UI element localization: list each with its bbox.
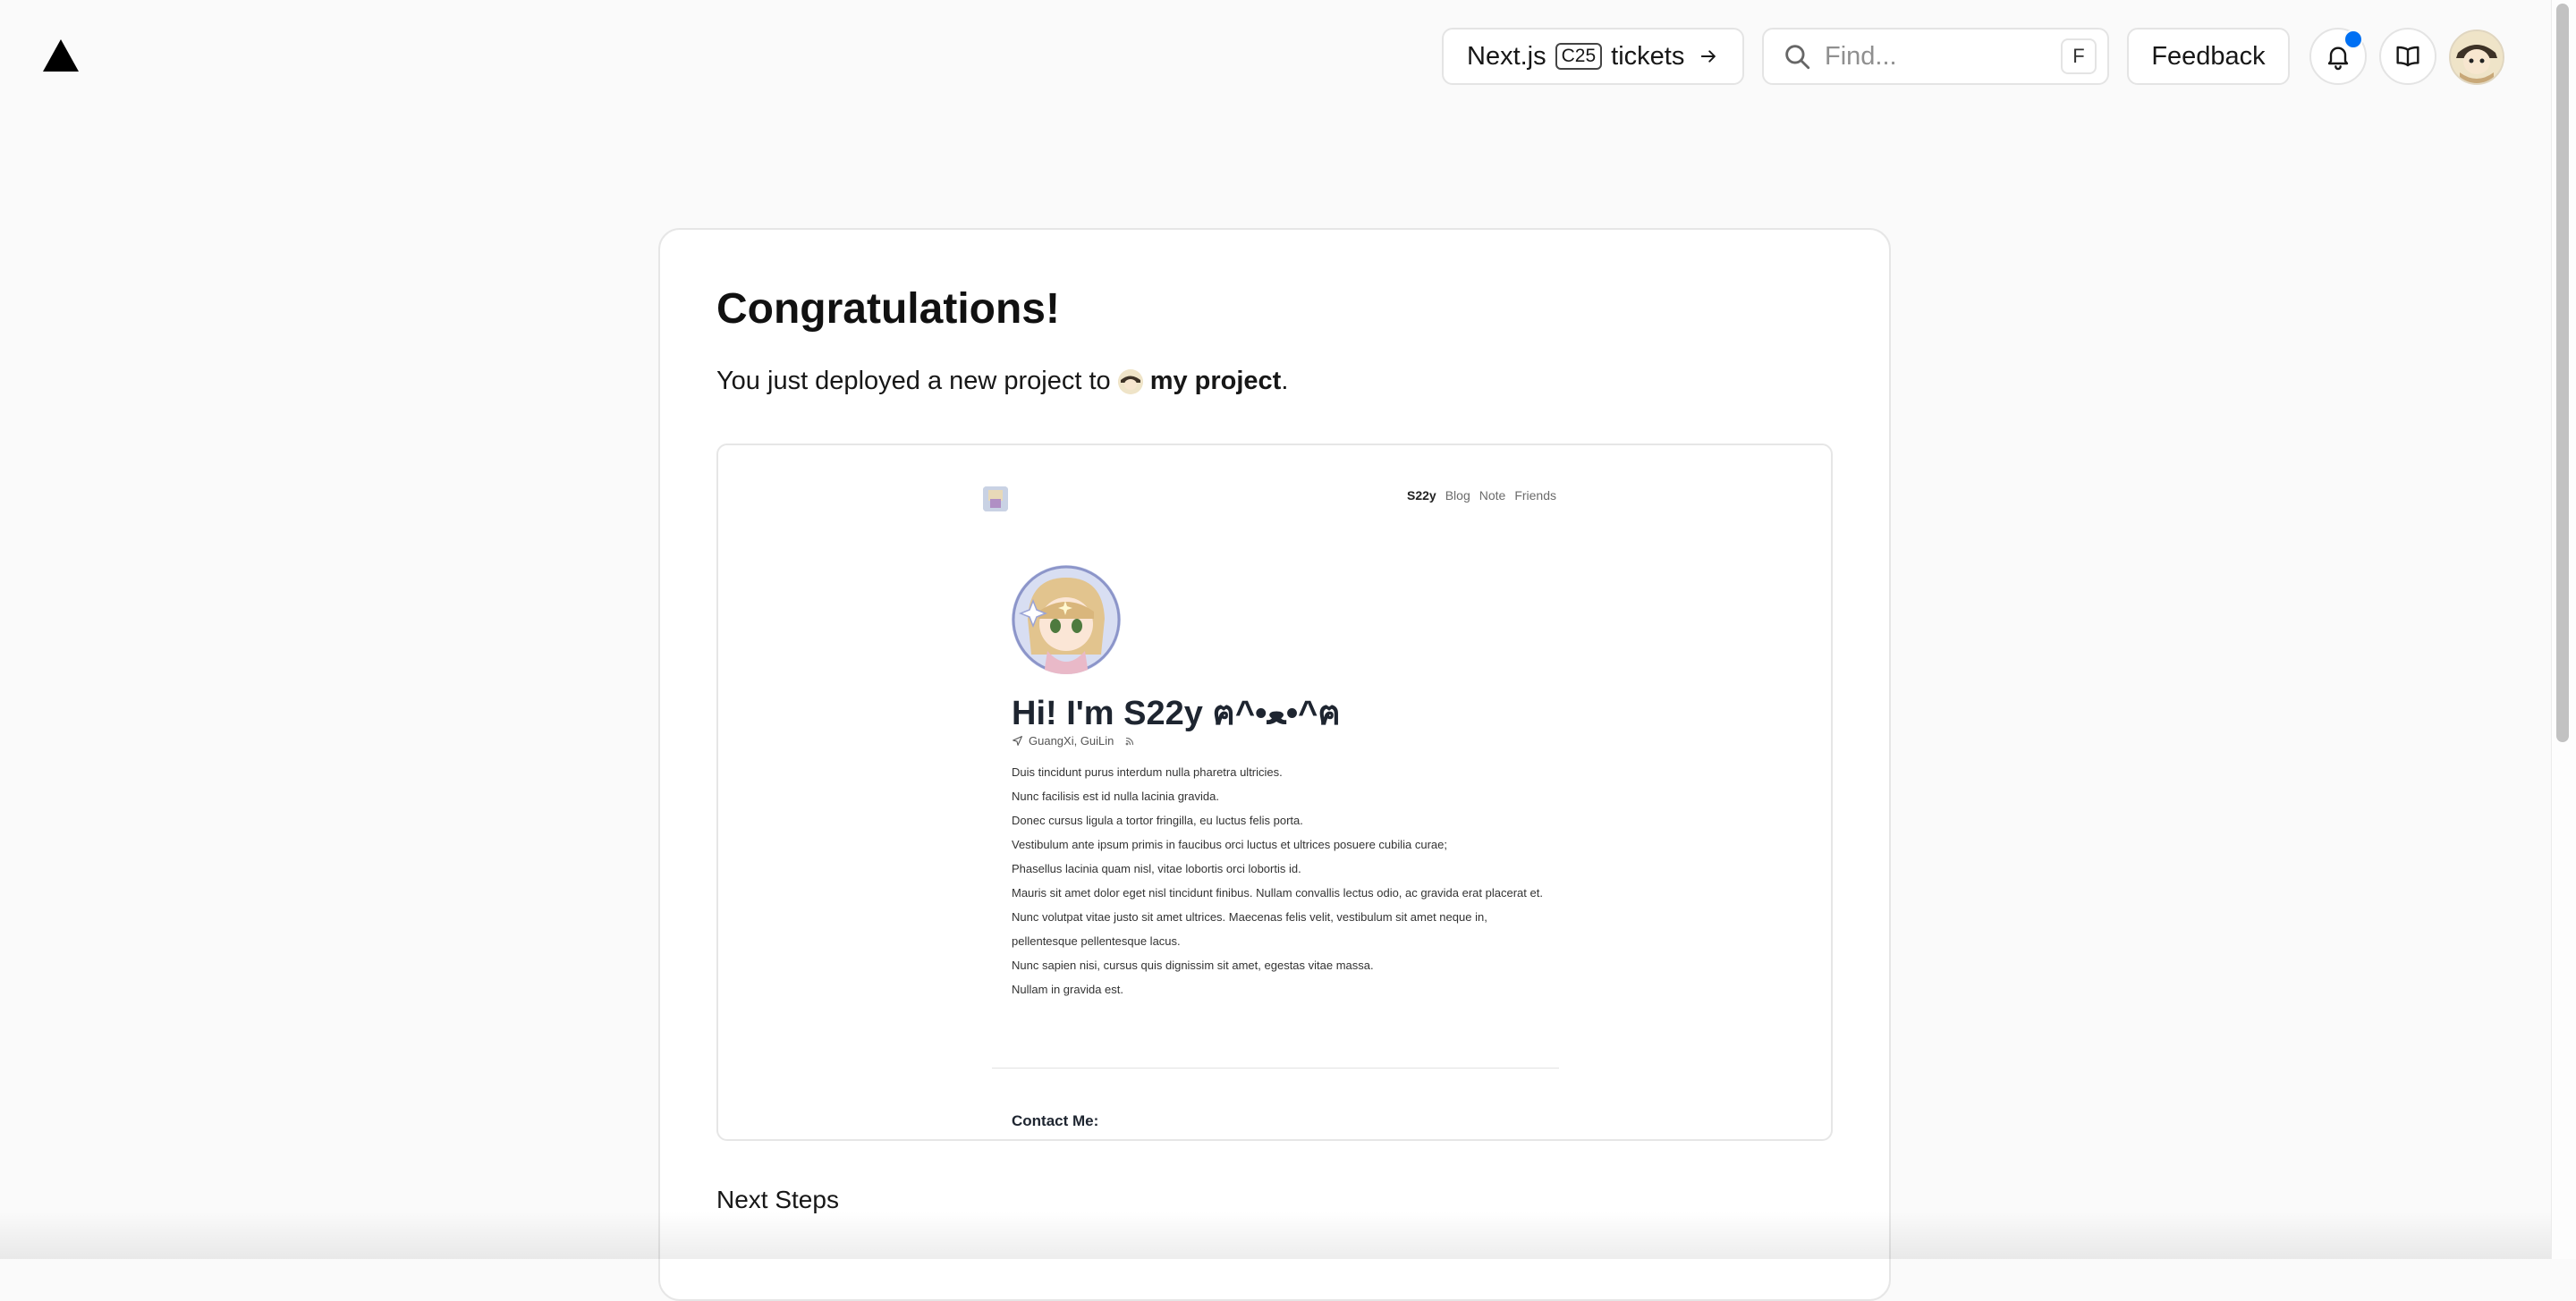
tickets-suffix: tickets	[1611, 41, 1685, 71]
user-avatar[interactable]	[2449, 30, 2504, 85]
intro-line: Nunc sapien nisi, cursus quis dignissim …	[1012, 959, 1374, 972]
deployment-preview[interactable]: S22y Blog Note Friends Hi! I'm S22y ฅ^•ﻌ…	[716, 444, 1833, 1141]
deploy-prefix: You just deployed a new project to	[716, 367, 1111, 395]
search-icon	[1785, 45, 1810, 70]
arrow-right-icon	[1701, 50, 1716, 63]
scrollbar-thumb[interactable]	[2556, 4, 2569, 742]
intro-line: Nunc volutpat vitae justo sit amet ultri…	[1012, 910, 1487, 948]
conf-tag: C25	[1555, 43, 1603, 70]
page-title: Congratulations!	[716, 285, 1060, 333]
unread-badge	[2343, 30, 2363, 49]
site-nav-item: S22y	[1407, 488, 1436, 503]
site-location-text: GuangXi, GuiLin	[1029, 734, 1114, 748]
site-contact-heading: Contact Me:	[1012, 1112, 1099, 1129]
deploy-suffix: .	[1281, 367, 1289, 395]
next-steps-heading: Next Steps	[716, 1186, 839, 1213]
site-nav-item: Note	[1479, 488, 1506, 503]
feedback-button[interactable]: Feedback	[2127, 28, 2290, 85]
intro-line: Phasellus lacinia quam nisl, vitae lobor…	[1012, 862, 1301, 875]
docs-button[interactable]	[2379, 28, 2436, 85]
vercel-logo-icon[interactable]	[43, 39, 79, 72]
team-avatar-icon	[1117, 368, 1143, 394]
intro-line: Mauris sit amet dolor eget nisl tincidun…	[1012, 886, 1543, 900]
search-input[interactable]: Find... F	[1762, 28, 2109, 85]
site-nav-item: Friends	[1514, 488, 1556, 503]
tickets-prefix: Next.js	[1467, 41, 1546, 71]
site-intro-text: Duis tincidunt purus interdum nulla phar…	[1012, 760, 1548, 1001]
notifications-button[interactable]	[2309, 28, 2367, 85]
intro-line: Donec cursus ligula a tortor fringilla, …	[1012, 814, 1303, 827]
nextjs-tickets-button[interactable]: Next.js C25 tickets	[1442, 28, 1744, 85]
location-arrow-icon	[1013, 736, 1022, 746]
intro-line: Duis tincidunt purus interdum nulla phar…	[1012, 765, 1283, 779]
bottom-shadow	[0, 1212, 2551, 1259]
intro-line: Nunc facilisis est id nulla lacinia grav…	[1012, 790, 1219, 803]
site-hero-title: Hi! I'm S22y ฅ^•ﻌ•^ฅ	[1012, 695, 1341, 732]
team-name-link[interactable]: my project	[1150, 367, 1282, 395]
site-nav-item: Blog	[1445, 488, 1470, 503]
deploy-message: You just deployed a new project to my pr…	[716, 367, 1288, 396]
search-placeholder: Find...	[1825, 41, 1897, 71]
book-icon	[2396, 46, 2419, 67]
site-hero-avatar	[1012, 565, 1121, 674]
search-shortcut-key: F	[2061, 38, 2097, 74]
intro-line: Vestibulum ante ipsum primis in faucibus…	[1012, 838, 1448, 851]
rss-icon	[1126, 737, 1134, 745]
site-location: GuangXi, GuiLin	[1012, 734, 1135, 748]
intro-line: Nullam in gravida est.	[1012, 983, 1123, 996]
site-divider	[992, 1068, 1559, 1069]
site-nav: S22y Blog Note Friends	[1407, 488, 1556, 503]
site-logo-icon	[983, 486, 1008, 511]
